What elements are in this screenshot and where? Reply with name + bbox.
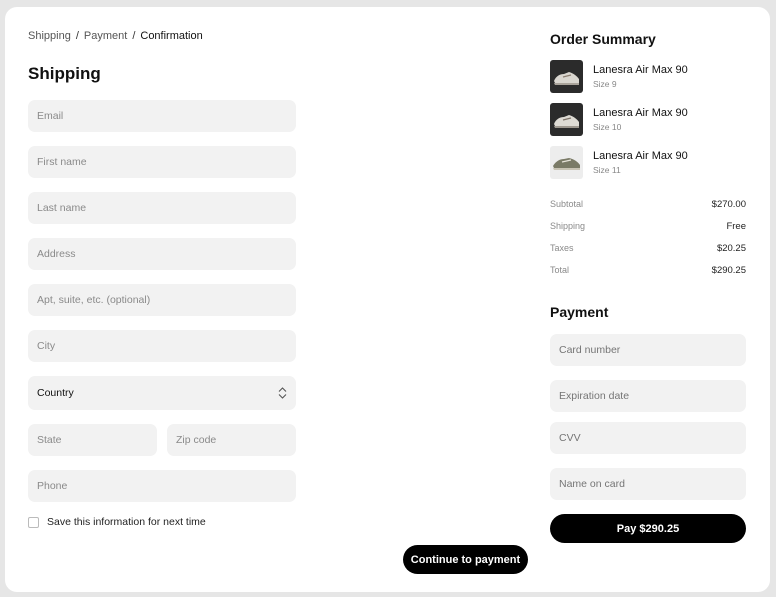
expiration-date-field[interactable]	[550, 380, 746, 412]
item-size: Size 9	[593, 79, 617, 89]
total-row: Total $290.25	[550, 265, 746, 276]
breadcrumb-separator: /	[75, 30, 79, 42]
address-field[interactable]	[28, 238, 296, 270]
first-name-input[interactable]	[37, 156, 287, 168]
last-name-input[interactable]	[37, 202, 287, 214]
save-info-row[interactable]: Save this information for next time	[28, 516, 206, 528]
shipping-cost-value: Free	[726, 221, 746, 232]
chevron-up-down-icon	[278, 387, 287, 399]
last-name-field[interactable]	[28, 192, 296, 224]
sneaker-icon	[550, 146, 583, 179]
apt-input[interactable]	[37, 294, 287, 306]
total-value: $290.25	[711, 265, 746, 276]
taxes-label: Taxes	[550, 243, 574, 253]
item-name: Lanesra Air Max 90	[593, 107, 688, 119]
email-input[interactable]	[37, 110, 287, 122]
item-size: Size 11	[593, 165, 621, 175]
breadcrumb-shipping[interactable]: Shipping	[28, 30, 71, 42]
taxes-value: $20.25	[716, 243, 746, 254]
breadcrumb: Shipping / Payment / Confirmation	[28, 30, 203, 42]
order-item: Lanesra Air Max 90 Size 11	[550, 146, 688, 179]
name-on-card-field[interactable]	[550, 468, 746, 500]
shipping-cost-label: Shipping	[550, 221, 586, 231]
breadcrumb-separator: /	[132, 30, 136, 42]
order-item: Lanesra Air Max 90 Size 9	[550, 60, 688, 93]
card-number-input[interactable]	[559, 344, 737, 356]
shipping-title: Shipping	[28, 64, 101, 83]
apt-field[interactable]	[28, 284, 296, 316]
sneaker-icon	[550, 103, 583, 136]
expiration-date-input[interactable]	[559, 390, 737, 402]
city-input[interactable]	[37, 340, 287, 352]
shipping-cost-row: Shipping Free	[550, 221, 746, 232]
state-input[interactable]	[37, 434, 148, 446]
cvv-field[interactable]	[550, 422, 746, 454]
subtotal-row: Subtotal $270.00	[550, 199, 746, 210]
name-on-card-input[interactable]	[559, 478, 737, 490]
order-summary-title: Order Summary	[550, 31, 656, 47]
first-name-field[interactable]	[28, 146, 296, 178]
country-select-value: Country	[37, 387, 74, 399]
subtotal-label: Subtotal	[550, 199, 584, 209]
state-field[interactable]	[28, 424, 157, 456]
item-name: Lanesra Air Max 90	[593, 150, 688, 162]
total-label: Total	[550, 265, 570, 275]
breadcrumb-confirmation[interactable]: Confirmation	[140, 30, 202, 42]
address-input[interactable]	[37, 248, 287, 260]
sneaker-icon	[550, 60, 583, 93]
cvv-input[interactable]	[559, 432, 737, 444]
zip-input[interactable]	[176, 434, 287, 446]
subtotal-value: $270.00	[711, 199, 746, 210]
payment-title: Payment	[550, 304, 609, 320]
taxes-row: Taxes $20.25	[550, 243, 746, 254]
continue-to-payment-button[interactable]: Continue to payment	[403, 545, 528, 574]
card-number-field[interactable]	[550, 334, 746, 366]
zip-field[interactable]	[167, 424, 296, 456]
email-field[interactable]	[28, 100, 296, 132]
save-info-label: Save this information for next time	[47, 516, 206, 528]
city-field[interactable]	[28, 330, 296, 362]
item-size: Size 10	[593, 122, 622, 132]
pay-button[interactable]: Pay $290.25	[550, 514, 746, 543]
country-select[interactable]: Country	[28, 376, 296, 410]
item-name: Lanesra Air Max 90	[593, 64, 688, 76]
breadcrumb-payment[interactable]: Payment	[84, 30, 127, 42]
order-item: Lanesra Air Max 90 Size 10	[550, 103, 688, 136]
save-info-checkbox[interactable]	[28, 516, 39, 528]
phone-field[interactable]	[28, 470, 296, 502]
phone-input[interactable]	[37, 480, 287, 492]
